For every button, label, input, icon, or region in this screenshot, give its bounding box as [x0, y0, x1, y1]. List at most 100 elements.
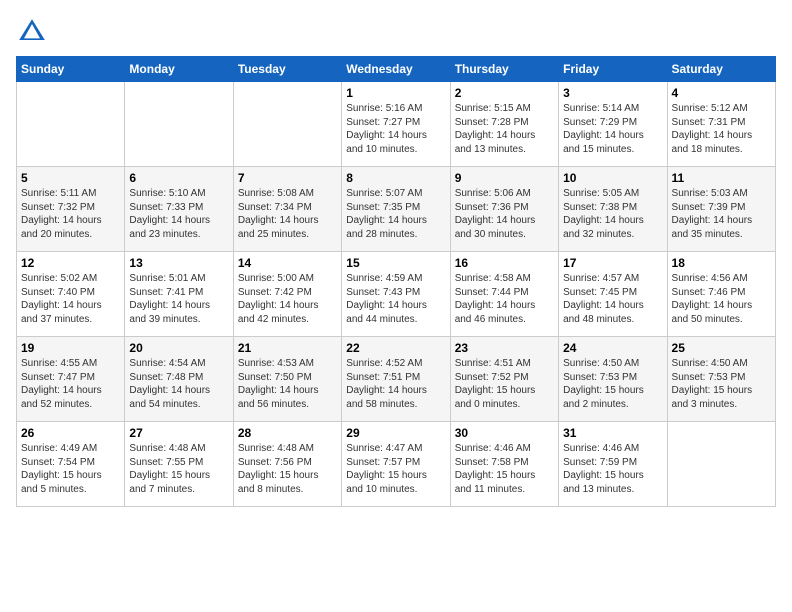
calendar-cell: 12 Sunrise: 5:02 AM Sunset: 7:40 PM Dayli… [17, 252, 125, 337]
calendar-cell: 27Sunrise: 4:48 AM Sunset: 7:55 PM Dayli… [125, 422, 233, 507]
calendar-cell: 3 Sunrise: 5:14 AM Sunset: 7:29 PM Daylig… [559, 82, 667, 167]
calendar-cell: 22Sunrise: 4:52 AM Sunset: 7:51 PM Dayli… [342, 337, 450, 422]
day-header-saturday: Saturday [667, 57, 775, 82]
calendar-cell: 10 Sunrise: 5:05 AM Sunset: 7:38 PM Dayli… [559, 167, 667, 252]
day-number: 11 [672, 171, 771, 185]
day-number: 1 [346, 86, 445, 100]
week-row-3: 12 Sunrise: 5:02 AM Sunset: 7:40 PM Dayli… [17, 252, 776, 337]
calendar-cell: 24Sunrise: 4:50 AM Sunset: 7:53 PM Dayli… [559, 337, 667, 422]
calendar-body: 1Sunrise: 5:16 AM Sunset: 7:27 PM Daylig… [17, 82, 776, 507]
day-header-monday: Monday [125, 57, 233, 82]
day-info: Sunrise: 5:06 AM Sunset: 7:36 PM Dayligh… [455, 187, 554, 241]
day-info: Sunrise: 5:12 AM Sunset: 7:31 PM Dayligh… [672, 102, 771, 156]
calendar-cell: 7 Sunrise: 5:08 AM Sunset: 7:34 PM Daylig… [233, 167, 341, 252]
day-number: 4 [672, 86, 771, 100]
day-number: 27 [129, 426, 228, 440]
day-header-thursday: Thursday [450, 57, 558, 82]
day-number: 3 [563, 86, 662, 100]
day-info: Sunrise: 5:08 AM Sunset: 7:34 PM Dayligh… [238, 187, 337, 241]
calendar-cell: 26 Sunrise: 4:49 AM Sunset: 7:54 PM Dayli… [17, 422, 125, 507]
calendar-cell: 21 Sunrise: 4:53 AM Sunset: 7:50 PM Dayli… [233, 337, 341, 422]
day-info: Sunrise: 4:50 AM Sunset: 7:53 PM Dayligh… [672, 357, 771, 411]
day-header-friday: Friday [559, 57, 667, 82]
day-info: Sunrise: 5:02 AM Sunset: 7:40 PM Dayligh… [21, 272, 120, 326]
day-number: 12 [21, 256, 120, 270]
day-info: Sunrise: 5:07 AM Sunset: 7:35 PM Dayligh… [346, 187, 445, 241]
day-number: 7 [238, 171, 337, 185]
week-row-2: 5 Sunrise: 5:11 AM Sunset: 7:32 PM Daylig… [17, 167, 776, 252]
calendar-cell: 13Sunrise: 5:01 AM Sunset: 7:41 PM Dayli… [125, 252, 233, 337]
day-info: Sunrise: 4:51 AM Sunset: 7:52 PM Dayligh… [455, 357, 554, 411]
calendar-cell: 6 Sunrise: 5:10 AM Sunset: 7:33 PM Daylig… [125, 167, 233, 252]
day-number: 31 [563, 426, 662, 440]
week-row-1: 1Sunrise: 5:16 AM Sunset: 7:27 PM Daylig… [17, 82, 776, 167]
calendar-cell: 28 Sunrise: 4:48 AM Sunset: 7:56 PM Dayli… [233, 422, 341, 507]
calendar-cell: 16Sunrise: 4:58 AM Sunset: 7:44 PM Dayli… [450, 252, 558, 337]
logo-icon [16, 16, 48, 48]
day-number: 26 [21, 426, 120, 440]
day-info: Sunrise: 5:10 AM Sunset: 7:33 PM Dayligh… [129, 187, 228, 241]
day-info: Sunrise: 5:05 AM Sunset: 7:38 PM Dayligh… [563, 187, 662, 241]
day-number: 30 [455, 426, 554, 440]
day-number: 24 [563, 341, 662, 355]
calendar-cell [667, 422, 775, 507]
calendar-cell: 29Sunrise: 4:47 AM Sunset: 7:57 PM Dayli… [342, 422, 450, 507]
day-number: 14 [238, 256, 337, 270]
day-number: 28 [238, 426, 337, 440]
days-header-row: SundayMondayTuesdayWednesdayThursdayFrid… [17, 57, 776, 82]
day-info: Sunrise: 4:59 AM Sunset: 7:43 PM Dayligh… [346, 272, 445, 326]
calendar-cell: 19 Sunrise: 4:55 AM Sunset: 7:47 PM Dayli… [17, 337, 125, 422]
day-info: Sunrise: 4:53 AM Sunset: 7:50 PM Dayligh… [238, 357, 337, 411]
calendar-cell: 9Sunrise: 5:06 AM Sunset: 7:36 PM Daylig… [450, 167, 558, 252]
calendar-cell: 1Sunrise: 5:16 AM Sunset: 7:27 PM Daylig… [342, 82, 450, 167]
day-info: Sunrise: 4:48 AM Sunset: 7:56 PM Dayligh… [238, 442, 337, 496]
day-number: 15 [346, 256, 445, 270]
day-header-sunday: Sunday [17, 57, 125, 82]
calendar-cell: 4 Sunrise: 5:12 AM Sunset: 7:31 PM Daylig… [667, 82, 775, 167]
day-number: 21 [238, 341, 337, 355]
day-info: Sunrise: 4:49 AM Sunset: 7:54 PM Dayligh… [21, 442, 120, 496]
week-row-4: 19 Sunrise: 4:55 AM Sunset: 7:47 PM Dayli… [17, 337, 776, 422]
day-header-tuesday: Tuesday [233, 57, 341, 82]
day-number: 18 [672, 256, 771, 270]
calendar-cell: 17 Sunrise: 4:57 AM Sunset: 7:45 PM Dayli… [559, 252, 667, 337]
day-number: 19 [21, 341, 120, 355]
day-number: 23 [455, 341, 554, 355]
day-number: 22 [346, 341, 445, 355]
calendar-cell: 20Sunrise: 4:54 AM Sunset: 7:48 PM Dayli… [125, 337, 233, 422]
calendar-cell: 30 Sunrise: 4:46 AM Sunset: 7:58 PM Dayli… [450, 422, 558, 507]
calendar-cell: 15 Sunrise: 4:59 AM Sunset: 7:43 PM Dayli… [342, 252, 450, 337]
day-number: 8 [346, 171, 445, 185]
day-info: Sunrise: 5:01 AM Sunset: 7:41 PM Dayligh… [129, 272, 228, 326]
calendar-cell: 5 Sunrise: 5:11 AM Sunset: 7:32 PM Daylig… [17, 167, 125, 252]
calendar-cell: 8 Sunrise: 5:07 AM Sunset: 7:35 PM Daylig… [342, 167, 450, 252]
day-info: Sunrise: 4:55 AM Sunset: 7:47 PM Dayligh… [21, 357, 120, 411]
day-info: Sunrise: 4:46 AM Sunset: 7:59 PM Dayligh… [563, 442, 662, 496]
calendar-cell [17, 82, 125, 167]
day-info: Sunrise: 5:15 AM Sunset: 7:28 PM Dayligh… [455, 102, 554, 156]
calendar-cell: 23 Sunrise: 4:51 AM Sunset: 7:52 PM Dayli… [450, 337, 558, 422]
day-number: 16 [455, 256, 554, 270]
calendar-cell [125, 82, 233, 167]
calendar-cell: 31 Sunrise: 4:46 AM Sunset: 7:59 PM Dayli… [559, 422, 667, 507]
calendar-cell: 18 Sunrise: 4:56 AM Sunset: 7:46 PM Dayli… [667, 252, 775, 337]
day-info: Sunrise: 4:46 AM Sunset: 7:58 PM Dayligh… [455, 442, 554, 496]
calendar-table: SundayMondayTuesdayWednesdayThursdayFrid… [16, 56, 776, 507]
day-number: 20 [129, 341, 228, 355]
day-number: 5 [21, 171, 120, 185]
calendar-cell: 25 Sunrise: 4:50 AM Sunset: 7:53 PM Dayli… [667, 337, 775, 422]
day-number: 17 [563, 256, 662, 270]
day-number: 6 [129, 171, 228, 185]
week-row-5: 26 Sunrise: 4:49 AM Sunset: 7:54 PM Dayli… [17, 422, 776, 507]
logo [16, 16, 52, 48]
day-info: Sunrise: 4:56 AM Sunset: 7:46 PM Dayligh… [672, 272, 771, 326]
day-info: Sunrise: 5:03 AM Sunset: 7:39 PM Dayligh… [672, 187, 771, 241]
day-info: Sunrise: 4:57 AM Sunset: 7:45 PM Dayligh… [563, 272, 662, 326]
day-number: 10 [563, 171, 662, 185]
day-info: Sunrise: 5:11 AM Sunset: 7:32 PM Dayligh… [21, 187, 120, 241]
day-number: 25 [672, 341, 771, 355]
day-number: 29 [346, 426, 445, 440]
calendar-cell: 11 Sunrise: 5:03 AM Sunset: 7:39 PM Dayli… [667, 167, 775, 252]
page-header [16, 16, 776, 48]
day-info: Sunrise: 5:14 AM Sunset: 7:29 PM Dayligh… [563, 102, 662, 156]
